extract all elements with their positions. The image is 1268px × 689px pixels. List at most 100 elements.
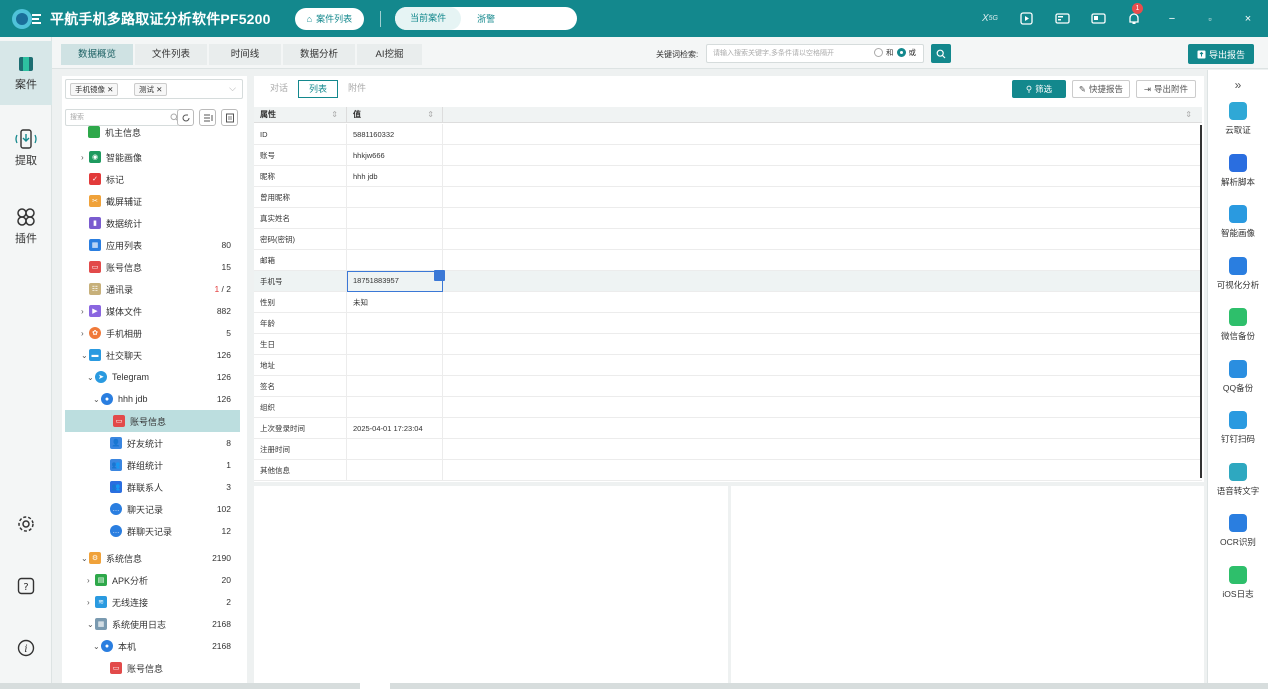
- column-header-attribute[interactable]: 属性 ⇕: [254, 107, 347, 123]
- tree-node-telegram-account-info[interactable]: ▭ 账号信息: [65, 410, 240, 432]
- scrollbar-thumb[interactable]: [360, 683, 390, 689]
- play-icon[interactable]: [1008, 0, 1044, 37]
- tab-ai-mining[interactable]: AI挖掘: [357, 44, 422, 65]
- value-cell-editing[interactable]: 18751883957: [347, 270, 445, 292]
- tab-timeline[interactable]: 时间线: [209, 44, 281, 65]
- value-cell[interactable]: [347, 208, 443, 229]
- tag-chip-test[interactable]: 测试 ✕: [134, 83, 168, 96]
- quick-report-button[interactable]: ✎ 快捷报告: [1072, 80, 1130, 98]
- chevron-down-icon[interactable]: ⌄: [87, 620, 95, 629]
- tab-data-overview[interactable]: 数据概览: [61, 44, 133, 65]
- notification-bell-icon[interactable]: 1: [1116, 0, 1152, 37]
- tree-node-owner-info[interactable]: 机主信息: [62, 125, 247, 139]
- value-cell[interactable]: [347, 460, 443, 481]
- tree-node-contacts[interactable]: ☷ 通讯录 1 / 2: [62, 278, 247, 300]
- chevron-right-icon[interactable]: ›: [81, 153, 89, 162]
- tree-node-app-list[interactable]: ▦ 应用列表 80: [62, 234, 247, 256]
- table-scrollbar[interactable]: [1200, 125, 1202, 478]
- export-attachment-button[interactable]: ⇥ 导出附件: [1136, 80, 1196, 98]
- table-row[interactable]: 曾用昵称: [254, 187, 1202, 208]
- rail-case[interactable]: 案件: [0, 41, 52, 105]
- table-row[interactable]: 真实姓名: [254, 208, 1202, 229]
- value-cell[interactable]: [347, 229, 443, 250]
- table-row[interactable]: 性别 未知: [254, 292, 1202, 313]
- table-row[interactable]: 组织: [254, 397, 1202, 418]
- restore-icon[interactable]: ▫: [1192, 0, 1228, 37]
- refresh-button[interactable]: [177, 109, 194, 126]
- value-cell[interactable]: [347, 355, 443, 376]
- value-cell[interactable]: 5881160332: [347, 124, 443, 145]
- chevron-down-icon[interactable]: ⌄: [81, 351, 89, 360]
- value-cell[interactable]: 未知: [347, 292, 443, 313]
- table-row[interactable]: 账号 hhkjw666: [254, 145, 1202, 166]
- sort-icon[interactable]: ⇕: [331, 107, 338, 123]
- close-icon[interactable]: ×: [1228, 0, 1268, 37]
- rail-plugin[interactable]: 插件: [0, 207, 52, 246]
- tree-node-group-chat-records[interactable]: … 群聊天记录 12: [62, 520, 247, 542]
- value-cell[interactable]: [347, 376, 443, 397]
- chevron-down-icon[interactable]: ⌵: [229, 83, 236, 94]
- help-button[interactable]: ?: [0, 577, 52, 598]
- current-case-selector[interactable]: 当前案件 浙警: [395, 7, 578, 30]
- chevron-right-icon[interactable]: ›: [81, 307, 89, 316]
- info-button[interactable]: i: [0, 639, 52, 660]
- table-row[interactable]: 昵称 hhh jdb: [254, 166, 1202, 187]
- tool-cloud-forensics[interactable]: 云取证: [1208, 102, 1268, 136]
- tool-dingtalk-scan[interactable]: 钉钉扫码: [1208, 411, 1268, 445]
- tab-attachments[interactable]: 附件: [338, 80, 376, 98]
- chevron-down-icon[interactable]: ⌄: [87, 373, 95, 382]
- x-logo-icon[interactable]: X 5G: [972, 0, 1008, 37]
- tree-node-group-contacts[interactable]: 👥 群联系人 3: [62, 476, 247, 498]
- tool-script-parse[interactable]: 解析脚本: [1208, 153, 1268, 188]
- value-cell[interactable]: [347, 397, 443, 418]
- collapse-tree-button[interactable]: [199, 109, 216, 126]
- tool-visual-analysis[interactable]: 可视化分析: [1208, 256, 1268, 291]
- value-cell[interactable]: [347, 439, 443, 460]
- table-row[interactable]: 上次登录时间 2025-04-01 17:23:04: [254, 418, 1202, 439]
- settings-button[interactable]: [0, 515, 52, 536]
- value-cell[interactable]: 2025-04-01 17:23:04: [347, 418, 443, 439]
- table-row[interactable]: 邮箱: [254, 250, 1202, 271]
- tool-speech-to-text[interactable]: 语音转文字: [1208, 462, 1268, 497]
- minimize-icon[interactable]: −: [1152, 0, 1192, 37]
- sort-icon[interactable]: ⇕: [1185, 107, 1192, 123]
- keyword-search-button[interactable]: [931, 44, 951, 63]
- table-row[interactable]: 密码(密钥): [254, 229, 1202, 250]
- tag-chip-mirror[interactable]: 手机镜像 ✕: [70, 83, 119, 96]
- rail-extract[interactable]: 提取: [0, 129, 52, 168]
- tree-node-phone-album[interactable]: › ✿ 手机相册 5: [62, 322, 247, 344]
- tree-node-system-usage-log[interactable]: ⌄ ▦ 系统使用日志 2168: [62, 613, 247, 635]
- case-list-button[interactable]: ⌂ 案件列表: [294, 7, 365, 30]
- value-cell[interactable]: hhh jdb: [347, 166, 443, 187]
- source-tag-selector[interactable]: 手机镜像 ✕ 测试 ✕ ⌵: [65, 79, 243, 99]
- tab-dialogue[interactable]: 对话: [260, 80, 298, 98]
- horizontal-scrollbar[interactable]: [0, 683, 1268, 689]
- and-radio[interactable]: [874, 48, 883, 57]
- tree-node-media-files[interactable]: › ▶ 媒体文件 882: [62, 300, 247, 322]
- tree-node-apk-analysis[interactable]: › ▤ APK分析 20: [62, 569, 247, 591]
- tool-smart-portrait[interactable]: 智能画像: [1208, 205, 1268, 239]
- tool-ocr[interactable]: OCR识别: [1208, 514, 1268, 548]
- tool-qq-backup[interactable]: QQ备份: [1208, 359, 1268, 394]
- value-cell[interactable]: hhkjw666: [347, 145, 443, 166]
- tab-file-list[interactable]: 文件列表: [135, 44, 207, 65]
- tree-node-smart-portrait[interactable]: › ◉ 智能画像: [62, 146, 247, 168]
- tree-search-input[interactable]: 搜索: [65, 109, 179, 126]
- tab-data-analysis[interactable]: 数据分析: [283, 44, 355, 65]
- value-cell[interactable]: [347, 334, 443, 355]
- table-row[interactable]: ID 5881160332: [254, 124, 1202, 145]
- tree-node-mark[interactable]: ✓ 标记: [62, 168, 247, 190]
- tree-node-data-stats[interactable]: ▮ 数据统计: [62, 212, 247, 234]
- tree-node-screenshot-evidence[interactable]: ✂ 截屏辅证: [62, 190, 247, 212]
- value-cell[interactable]: [347, 187, 443, 208]
- tool-ios-log[interactable]: iOS日志: [1208, 565, 1268, 600]
- table-row[interactable]: 注册时间: [254, 439, 1202, 460]
- chevron-down-icon[interactable]: ⌄: [81, 554, 89, 563]
- value-cell[interactable]: [347, 250, 443, 271]
- table-row[interactable]: 生日: [254, 334, 1202, 355]
- chevron-down-icon[interactable]: ⌄: [93, 642, 101, 651]
- table-row[interactable]: 年龄: [254, 313, 1202, 334]
- chevron-right-icon[interactable]: ›: [81, 329, 89, 338]
- filter-button[interactable]: ⚲ 筛选: [1012, 80, 1066, 98]
- table-row[interactable]: 地址: [254, 355, 1202, 376]
